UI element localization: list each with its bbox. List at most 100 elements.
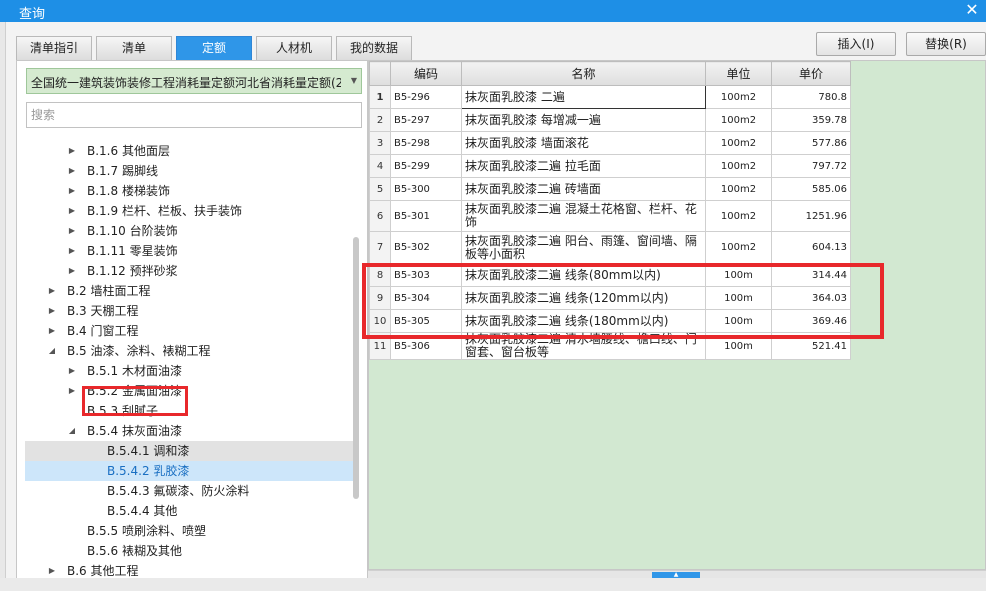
code-cell: B5-302: [390, 231, 462, 264]
search-input[interactable]: [26, 102, 362, 128]
tree-node-label: B.5.5 喷刷涂料、喷塑: [87, 524, 206, 538]
tree-node-label: B.5.4 抹灰面油漆: [87, 424, 182, 438]
expand-icon[interactable]: ▶: [67, 201, 77, 221]
price-cell: 797.72: [771, 154, 851, 178]
tree-node[interactable]: ▶ B.1.7 踢脚线: [25, 161, 353, 181]
tree-node-label: B.5.4.2 乳胶漆: [107, 464, 190, 478]
tree-node[interactable]: ▶ B.1.10 台阶装饰: [25, 221, 353, 241]
tree-scrollbar[interactable]: [353, 237, 359, 499]
tree-node[interactable]: B.5.6 裱糊及其他: [25, 541, 353, 561]
tree-node[interactable]: ▶ B.2 墙柱面工程: [25, 281, 353, 301]
unit-cell: 100m2: [705, 85, 772, 109]
code-cell: B5-297: [390, 108, 462, 132]
expand-icon[interactable]: ▶: [67, 161, 77, 181]
name-header[interactable]: 名称: [461, 61, 706, 86]
tree-node[interactable]: ▶ B.4 门窗工程: [25, 321, 353, 341]
tree-node[interactable]: ▶ B.1.12 预拌砂浆: [25, 261, 353, 281]
table-row[interactable]: 6 B5-301 抹灰面乳胶漆二遍 混凝土花格窗、栏杆、花饰 100m2 1251.96: [369, 200, 851, 232]
tree-node-label: B.5.4.4 其他: [107, 504, 178, 518]
code-header[interactable]: 编码: [390, 61, 462, 86]
insert-button[interactable]: 插入(I): [816, 32, 896, 56]
code-cell: B5-298: [390, 131, 462, 155]
highlight-box: [82, 386, 188, 416]
tree-node-label: B.1.6 其他面层: [87, 144, 170, 158]
expand-icon[interactable]: ▶: [67, 221, 77, 241]
tree-node-label: B.1.10 台阶装饰: [87, 224, 178, 238]
name-cell: 抹灰面乳胶漆 每增减一遍: [461, 108, 706, 132]
tree-node[interactable]: B.5.3 刮腻子: [25, 401, 353, 421]
unit-cell: 100m2: [705, 108, 772, 132]
tree-node[interactable]: ▶ B.5.2 金属面油漆: [25, 381, 353, 401]
tree-node[interactable]: ▶ B.1.6 其他面层: [25, 141, 353, 161]
name-cell: 抹灰面乳胶漆二遍 阳台、雨篷、窗间墙、隔板等小面积: [461, 231, 706, 264]
tree-node[interactable]: ▶ B.3 天棚工程: [25, 301, 353, 321]
price-cell: 577.86: [771, 131, 851, 155]
unit-cell: 100m2: [705, 200, 772, 232]
tree-node[interactable]: B.5.4.4 其他: [25, 501, 353, 521]
library-select[interactable]: 全国统一建筑装饰装修工程消耗量定额河北省消耗量定额(20 ▼: [26, 68, 362, 94]
expand-icon[interactable]: ▶: [67, 261, 77, 281]
tree-node[interactable]: ◢ B.5.4 抹灰面油漆: [25, 421, 353, 441]
tree-node[interactable]: ▶ B.1.9 栏杆、栏板、扶手装饰: [25, 201, 353, 221]
tree-node-label: B.5.4.1 调和漆: [107, 444, 190, 458]
tree-node[interactable]: ▶ B.1.8 楼梯装饰: [25, 181, 353, 201]
expand-icon[interactable]: ▶: [67, 241, 77, 261]
tree-node[interactable]: B.5.4.1 调和漆: [25, 441, 353, 461]
query-window: 查询 ✕ 清单指引 清单 定额 人材机 我的数据 插入(I) 替换(R) 全国统…: [0, 0, 986, 591]
name-cell: 抹灰面乳胶漆 墙面滚花: [461, 131, 706, 155]
table-row[interactable]: 3 B5-298 抹灰面乳胶漆 墙面滚花 100m2 577.86: [369, 131, 851, 155]
table-row[interactable]: 4 B5-299 抹灰面乳胶漆二遍 拉毛面 100m2 797.72: [369, 154, 851, 178]
name-cell: 抹灰面乳胶漆二遍 混凝土花格窗、栏杆、花饰: [461, 200, 706, 232]
tree-node-label: B.1.8 楼梯装饰: [87, 184, 170, 198]
close-icon[interactable]: ✕: [964, 1, 980, 19]
tab-list[interactable]: 清单: [96, 36, 172, 60]
collapse-icon[interactable]: ◢: [47, 341, 57, 361]
tree-node[interactable]: B.5.4.2 乳胶漆: [25, 461, 353, 481]
tab-quota[interactable]: 定额: [176, 36, 252, 60]
collapse-icon[interactable]: ◢: [67, 421, 77, 441]
expand-icon[interactable]: ▶: [67, 361, 77, 381]
unit-cell: 100m2: [705, 177, 772, 201]
tree-node-label: B.1.7 踢脚线: [87, 164, 158, 178]
highlight-box: [362, 263, 884, 339]
tree-node[interactable]: ▶ B.1.11 零星装饰: [25, 241, 353, 261]
unit-header[interactable]: 单位: [705, 61, 772, 86]
price-cell: 359.78: [771, 108, 851, 132]
expand-icon[interactable]: ▶: [47, 301, 57, 321]
expand-icon[interactable]: ▶: [47, 321, 57, 341]
tree-node[interactable]: ◢ B.5 油漆、涂料、裱糊工程: [25, 341, 353, 361]
expand-icon[interactable]: ▶: [67, 181, 77, 201]
status-bar: [0, 578, 986, 591]
tab-my-data[interactable]: 我的数据: [336, 36, 412, 60]
tree-node[interactable]: B.5.5 喷刷涂料、喷塑: [25, 521, 353, 541]
name-cell: 抹灰面乳胶漆二遍 拉毛面: [461, 154, 706, 178]
row-number: 6: [369, 200, 391, 232]
tab-list-guide[interactable]: 清单指引: [16, 36, 92, 60]
horizontal-scrollbar[interactable]: ▲: [368, 570, 986, 578]
tree-node-label: B.2 墙柱面工程: [67, 284, 151, 298]
library-select-value: 全国统一建筑装饰装修工程消耗量定额河北省消耗量定额(20: [31, 76, 341, 90]
expand-icon[interactable]: ▶: [47, 281, 57, 301]
left-edge: [0, 22, 6, 591]
expand-icon[interactable]: ▶: [67, 141, 77, 161]
table-row[interactable]: 1 B5-296 抹灰面乳胶漆 二遍 100m2 780.8: [369, 85, 851, 109]
tree-node[interactable]: B.5.4.3 氟碳漆、防火涂料: [25, 481, 353, 501]
tree-node-label: B.5.6 裱糊及其他: [87, 544, 182, 558]
code-cell: B5-296: [390, 85, 462, 109]
table-row[interactable]: 7 B5-302 抹灰面乳胶漆二遍 阳台、雨篷、窗间墙、隔板等小面积 100m2 604…: [369, 231, 851, 264]
row-number: 3: [369, 131, 391, 155]
code-cell: B5-300: [390, 177, 462, 201]
code-cell: B5-301: [390, 200, 462, 232]
table-row[interactable]: 5 B5-300 抹灰面乳胶漆二遍 砖墙面 100m2 585.06: [369, 177, 851, 201]
tree-node[interactable]: ▶ B.5.1 木材面油漆: [25, 361, 353, 381]
row-number: 2: [369, 108, 391, 132]
window-title: 查询: [19, 7, 46, 22]
tab-labor-material[interactable]: 人材机: [256, 36, 332, 60]
name-cell: 抹灰面乳胶漆 二遍: [461, 85, 706, 109]
name-cell: 抹灰面乳胶漆二遍 砖墙面: [461, 177, 706, 201]
table-row[interactable]: 2 B5-297 抹灰面乳胶漆 每增减一遍 100m2 359.78: [369, 108, 851, 132]
unit-cell: 100m2: [705, 231, 772, 264]
expand-icon[interactable]: ▶: [67, 381, 77, 401]
replace-button[interactable]: 替换(R): [906, 32, 986, 56]
price-header[interactable]: 单价: [771, 61, 851, 86]
